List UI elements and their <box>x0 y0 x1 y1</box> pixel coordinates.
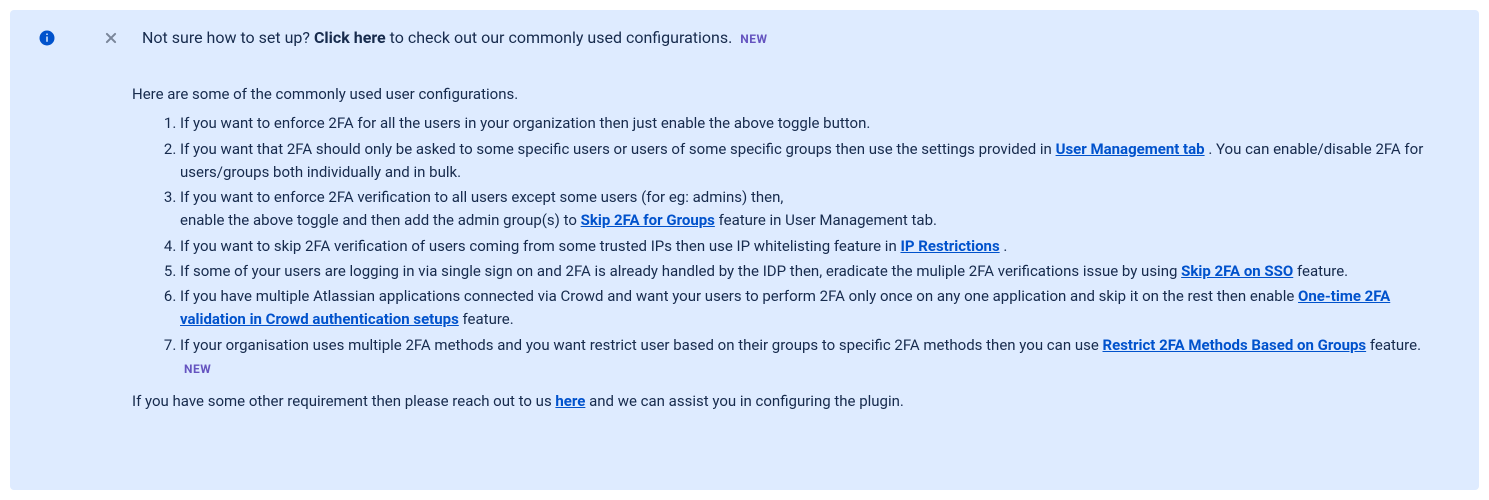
outro-text: If you have some other requirement then … <box>132 390 1442 413</box>
notice-title: Not sure how to set up? Click here to ch… <box>142 28 768 47</box>
list-item: If you want to enforce 2FA for all the u… <box>180 112 1442 135</box>
new-badge: NEW <box>184 360 211 379</box>
item-text: If you want that 2FA should only be aske… <box>180 140 1056 158</box>
item-text: enable the above toggle and then add the… <box>180 211 581 229</box>
list-item: If you want to enforce 2FA verification … <box>180 186 1442 233</box>
outro-suffix: and we can assist you in configuring the… <box>585 392 904 410</box>
item-text: feature. <box>1366 336 1421 354</box>
item-text: If you have multiple Atlassian applicati… <box>180 287 1298 305</box>
restrict-2fa-groups-link[interactable]: Restrict 2FA Methods Based on Groups <box>1103 336 1367 354</box>
close-icon[interactable] <box>104 31 118 45</box>
info-icon <box>38 29 56 47</box>
item-text: If you want to enforce 2FA verification … <box>180 188 783 206</box>
notice-header: Not sure how to set up? Click here to ch… <box>34 28 1455 47</box>
contact-here-link[interactable]: here <box>555 392 585 410</box>
config-list: If you want to enforce 2FA for all the u… <box>132 112 1442 380</box>
list-item: If your organisation uses multiple 2FA m… <box>180 334 1442 381</box>
user-management-tab-link[interactable]: User Management tab <box>1056 140 1205 158</box>
new-badge: NEW <box>740 32 767 46</box>
list-item: If some of your users are logging in via… <box>180 260 1442 283</box>
item-text: feature in User Management tab. <box>715 211 937 229</box>
notice-body: Here are some of the commonly used user … <box>132 83 1442 413</box>
click-here-text[interactable]: Click here <box>314 28 386 47</box>
intro-text: Here are some of the commonly used user … <box>132 83 1442 106</box>
item-text: feature. <box>459 310 514 328</box>
list-item: If you want to skip 2FA verification of … <box>180 235 1442 258</box>
skip-2fa-sso-link[interactable]: Skip 2FA on SSO <box>1181 262 1293 280</box>
outro-prefix: If you have some other requirement then … <box>132 392 555 410</box>
title-prefix: Not sure how to set up? <box>142 28 314 47</box>
skip-2fa-groups-link[interactable]: Skip 2FA for Groups <box>581 211 715 229</box>
list-item: If you want that 2FA should only be aske… <box>180 138 1442 185</box>
item-text: If you want to skip 2FA verification of … <box>180 237 900 255</box>
list-item: If you have multiple Atlassian applicati… <box>180 285 1442 332</box>
ip-restrictions-link[interactable]: IP Restrictions <box>900 237 999 255</box>
item-text: If some of your users are logging in via… <box>180 262 1181 280</box>
item-text: feature. <box>1293 262 1348 280</box>
setup-help-notice: Not sure how to set up? Click here to ch… <box>10 10 1479 490</box>
title-suffix: to check out our commonly used configura… <box>386 28 737 47</box>
item-text: . <box>1000 237 1008 255</box>
item-text: If your organisation uses multiple 2FA m… <box>180 336 1103 354</box>
